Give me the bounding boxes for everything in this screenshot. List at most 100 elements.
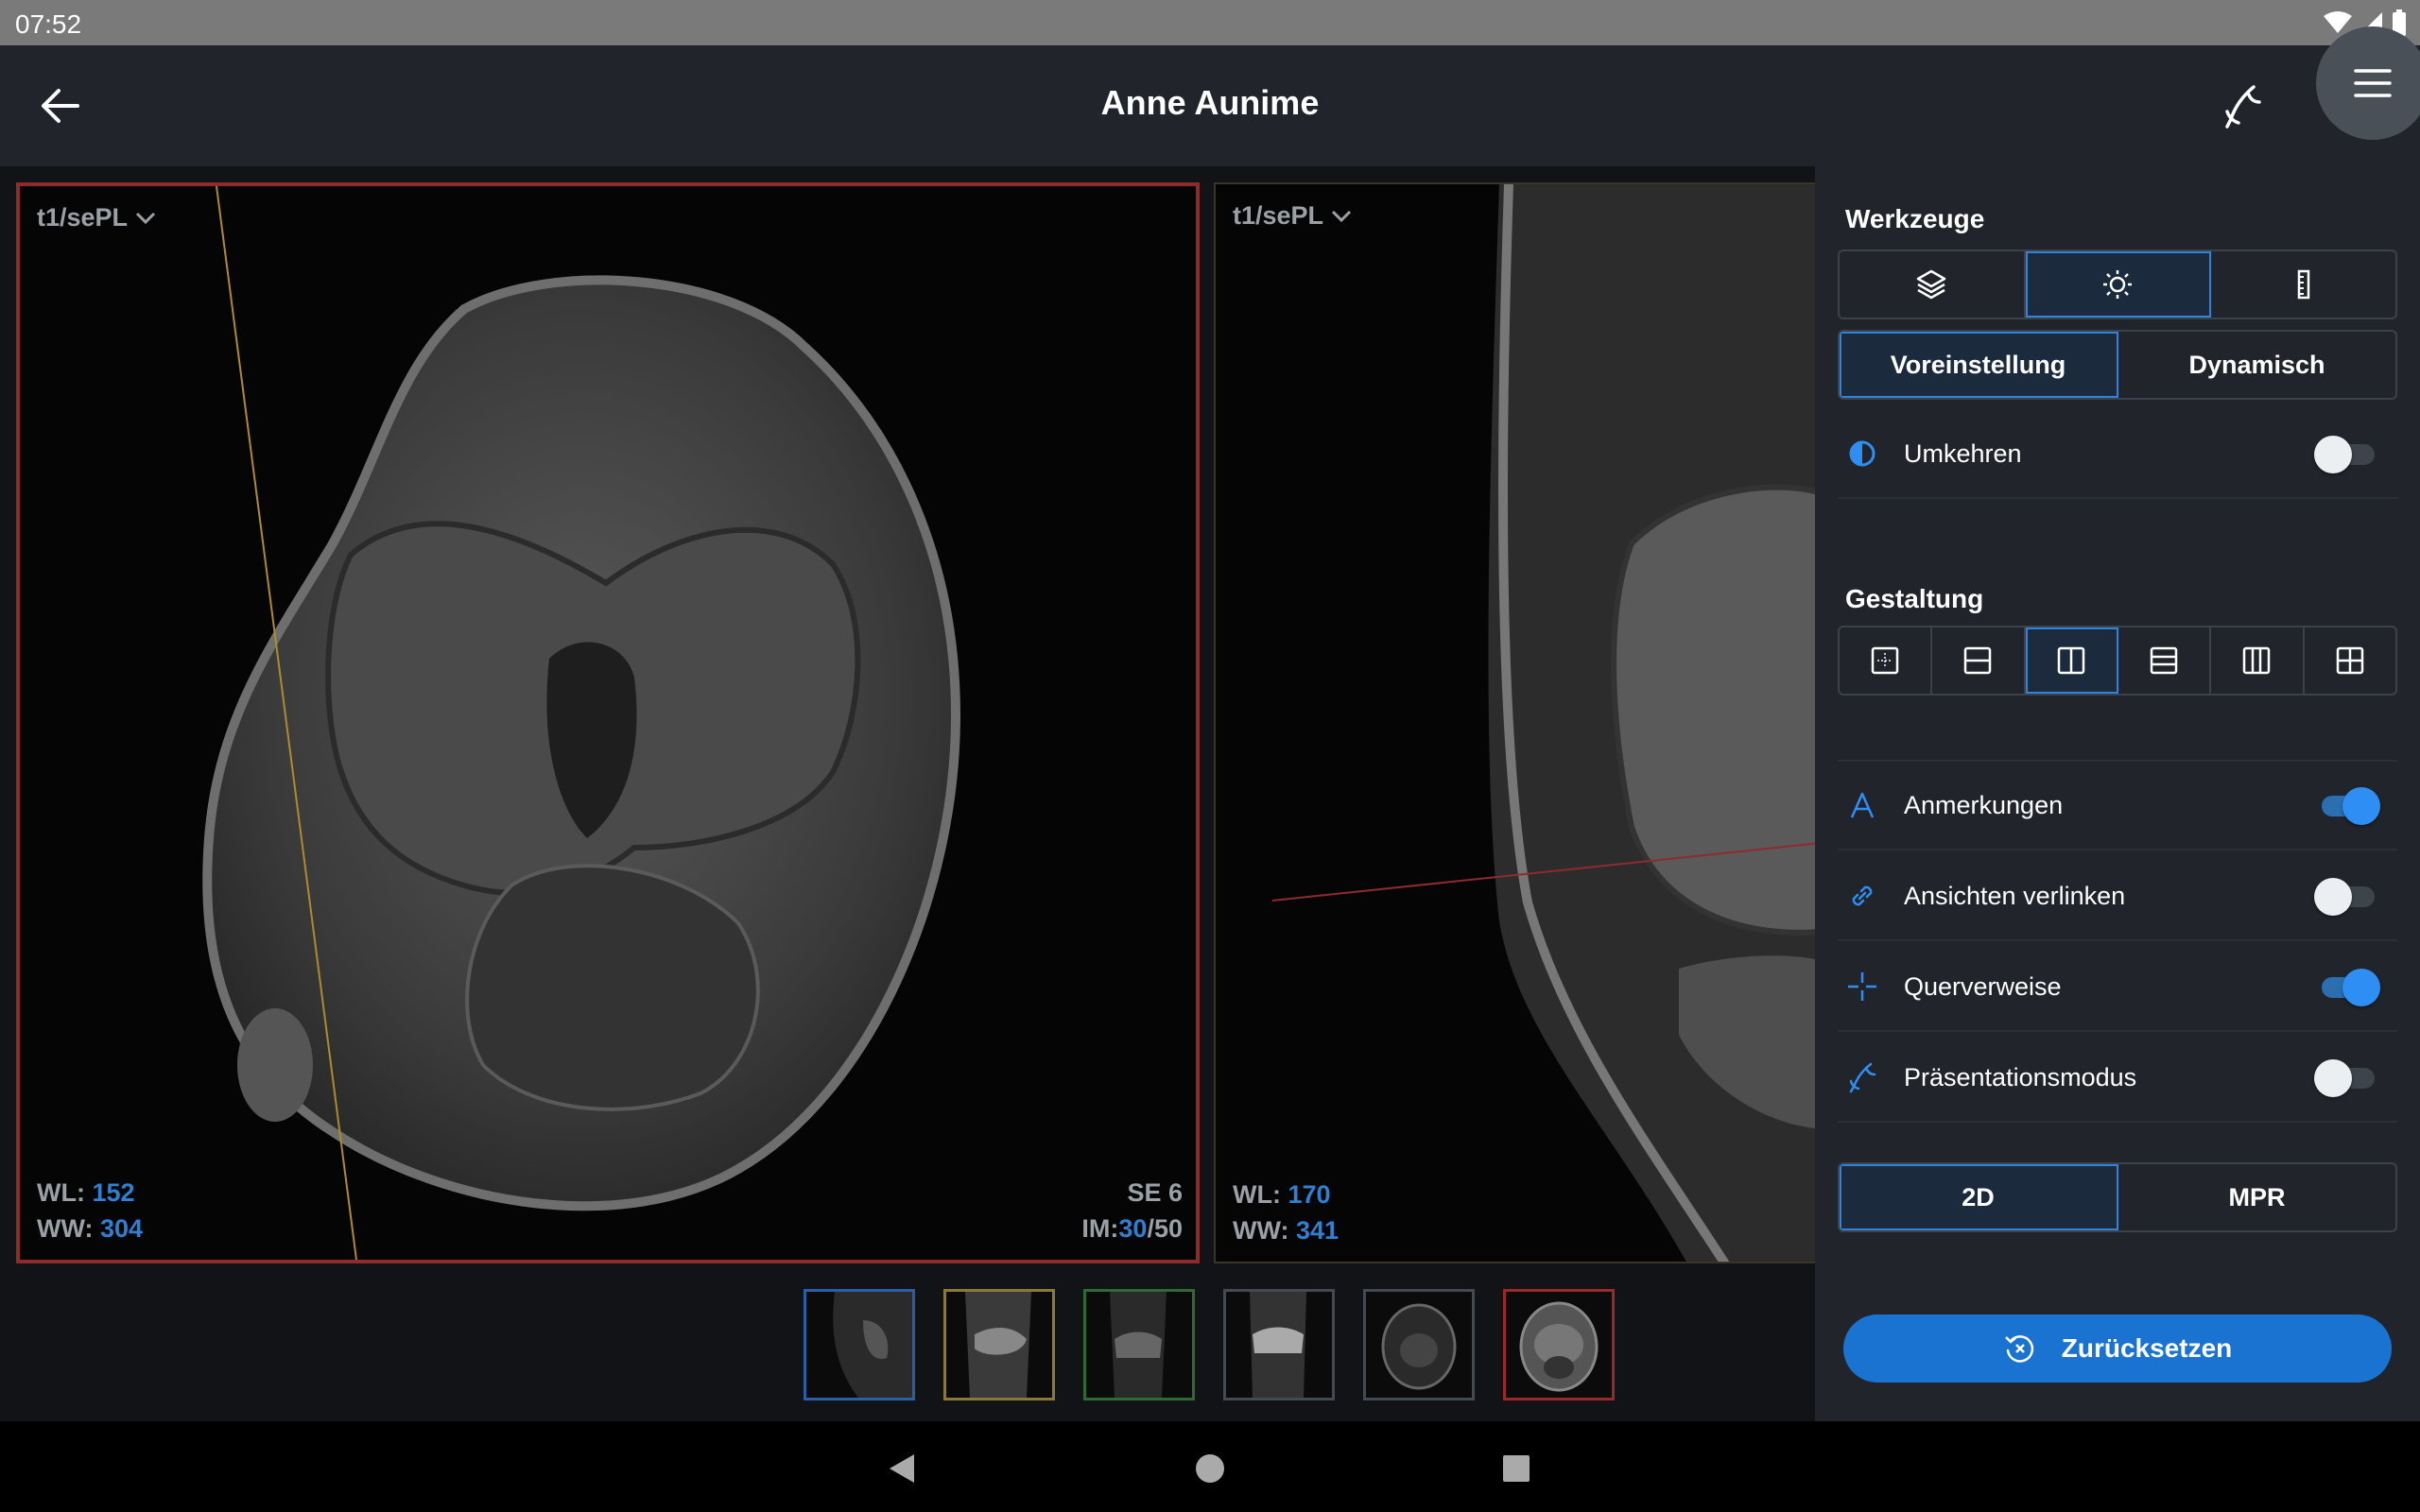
presentation-icon (2225, 85, 2261, 129)
reset-icon (2004, 1335, 2033, 1363)
chevron-down-icon (1331, 210, 1352, 222)
cross-reference-setting: Querverweise (1838, 943, 2397, 1032)
layout-grid-button[interactable] (2305, 627, 2395, 694)
menu-button[interactable] (2316, 26, 2420, 140)
link-views-toggle[interactable] (2314, 877, 2377, 916)
series-selector[interactable]: t1/sePL (1233, 201, 1352, 231)
invert-toggle[interactable] (2314, 435, 2377, 473)
nav-back-button[interactable] (879, 1446, 925, 1491)
image-viewer: t1/sePL WL: 152 WW: 304 SE 6 IM:30/50 t1… (0, 166, 1815, 1421)
layout-selector (1838, 626, 2397, 696)
series-name: t1/sePL (1233, 201, 1324, 230)
layout-2-rows-button[interactable] (1932, 627, 2026, 694)
thumbnail-image (833, 1292, 912, 1398)
back-button[interactable] (34, 79, 87, 132)
series-thumbnail[interactable] (1363, 1289, 1475, 1400)
series-image-info: SE 6 IM:30/50 (1081, 1175, 1183, 1246)
ww-value: 304 (100, 1214, 144, 1243)
layout-2-rows-icon (1964, 646, 1992, 675)
presentation-mode-label: Präsentationsmodus (1904, 1062, 2137, 1091)
layout-3-cols-icon (2243, 646, 2271, 675)
series-thumbnail[interactable] (1503, 1289, 1615, 1400)
series-name: t1/sePL (37, 203, 129, 232)
page-title: Anne Aunime (1100, 83, 1320, 122)
layout-2-cols-icon (2057, 646, 2085, 675)
cross-reference-label: Querverweise (1904, 971, 2062, 1001)
viewport-axial[interactable]: t1/sePL WL: 152 WW: 304 SE 6 IM:30/50 (16, 182, 1200, 1263)
mri-sagittal-image (1271, 184, 1815, 1262)
layers-tool-button[interactable] (1840, 251, 2026, 318)
image-label: IM: (1081, 1214, 1119, 1243)
mode-mpr-button[interactable]: MPR (2118, 1164, 2395, 1230)
series-thumbnail[interactable] (804, 1289, 915, 1400)
arrow-left-icon (42, 89, 79, 123)
thumbnail-image (1110, 1292, 1167, 1398)
status-time: 07:52 (15, 9, 82, 39)
tools-panel: Werkzeuge Voreinstellung Dynamisch Umkeh… (1815, 166, 2420, 1421)
layout-single-button[interactable] (1840, 627, 1933, 694)
series-selector[interactable]: t1/sePL (37, 203, 156, 232)
window-mode-selector: Voreinstellung Dynamisch (1838, 330, 2397, 400)
annotations-toggle[interactable] (2316, 786, 2380, 825)
brightness-tool-button[interactable] (2025, 251, 2212, 318)
annotations-label: Anmerkungen (1904, 790, 2064, 819)
layout-2-cols-button[interactable] (2025, 627, 2118, 694)
view-mode-selector: 2D MPR (1838, 1162, 2397, 1232)
hamburger-menu-icon (2354, 69, 2392, 97)
cross-reference-toggle[interactable] (2316, 968, 2380, 1006)
layout-section-title: Gestaltung (1845, 584, 1984, 613)
link-views-label: Ansichten verlinken (1904, 881, 2126, 910)
chevron-down-icon (135, 212, 156, 224)
series-thumbnail[interactable] (1223, 1289, 1335, 1400)
thumbnail-image (1381, 1303, 1457, 1390)
thumbnail-image (965, 1292, 1031, 1398)
viewport-sagittal[interactable]: t1/sePL WL: 170 WW: 341 (1214, 182, 1815, 1263)
reset-label: Zurücksetzen (2061, 1333, 2233, 1363)
system-nav-bar (0, 1421, 2420, 1512)
layout-grid-icon (2336, 646, 2364, 675)
thumbnail-image (1519, 1301, 1599, 1392)
wl-label: WL: (1233, 1180, 1281, 1209)
tool-selector (1838, 249, 2397, 319)
wl-value: 152 (92, 1178, 135, 1207)
ruler-icon (2297, 269, 2309, 300)
presentation-icon (1849, 1062, 1876, 1093)
reset-button[interactable]: Zurücksetzen (1843, 1314, 2392, 1383)
series-thumbnail[interactable] (943, 1289, 1055, 1400)
layout-3-cols-button[interactable] (2211, 627, 2305, 694)
thumbnail-image (1250, 1292, 1306, 1398)
link-icon (1852, 885, 1873, 906)
presentation-mode-toggle[interactable] (2314, 1058, 2377, 1097)
series-thumbnail-strip (0, 1281, 1815, 1421)
preset-mode-button[interactable]: Voreinstellung (1840, 332, 2118, 398)
presentation-mode-setting: Präsentationsmodus (1838, 1034, 2397, 1123)
annotations-setting: Anmerkungen (1838, 762, 2397, 850)
tools-section-title: Werkzeuge (1845, 204, 1985, 233)
image-total: /50 (1147, 1214, 1183, 1243)
app-bar: Anne Aunime (0, 45, 2420, 166)
circle-home-icon (1196, 1454, 1224, 1483)
brightness-icon (2103, 270, 2132, 299)
ww-label: WW: (37, 1214, 94, 1243)
layout-3-rows-icon (2150, 646, 2178, 675)
crosshair-icon (1848, 972, 1876, 1001)
mode-2d-button[interactable]: 2D (1840, 1164, 2118, 1230)
layers-icon (1917, 269, 1946, 300)
layout-3-rows-button[interactable] (2118, 627, 2212, 694)
invert-contrast-icon (1849, 440, 1876, 467)
status-bar: 07:52 (0, 0, 2420, 45)
window-level-info: WL: 152 WW: 304 (37, 1175, 143, 1246)
series-number: SE 6 (1127, 1178, 1183, 1207)
presentation-mode-button[interactable] (2216, 79, 2269, 132)
nav-home-button[interactable] (1187, 1446, 1233, 1491)
ruler-tool-button[interactable] (2211, 251, 2395, 318)
dynamic-mode-button[interactable]: Dynamisch (2118, 332, 2395, 398)
wl-label: WL: (37, 1178, 85, 1207)
series-thumbnail[interactable] (1083, 1289, 1195, 1400)
ww-value: 341 (1296, 1216, 1340, 1245)
invert-label: Umkehren (1904, 438, 2022, 468)
square-recents-icon (1503, 1455, 1530, 1482)
annotation-icon (1850, 792, 1875, 818)
ww-label: WW: (1233, 1216, 1289, 1245)
nav-recents-button[interactable] (1494, 1446, 1539, 1491)
